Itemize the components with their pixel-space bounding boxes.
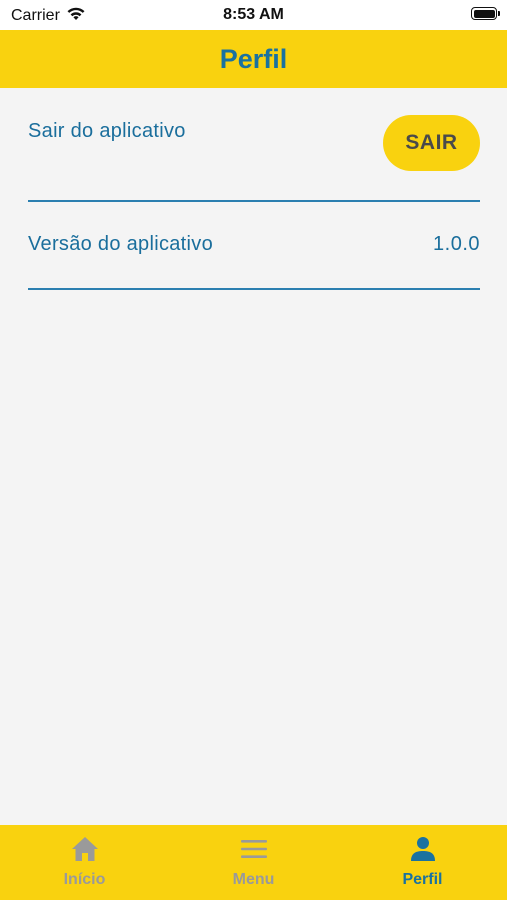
- status-bar: Carrier 8:53 AM: [0, 0, 507, 30]
- tab-perfil-label: Perfil: [402, 871, 443, 888]
- battery-fill: [473, 9, 495, 18]
- tab-inicio[interactable]: Início: [0, 825, 169, 900]
- version-label: Versão do aplicativo: [28, 233, 214, 255]
- page-title: Perfil: [219, 43, 288, 74]
- version-row: Versão do aplicativo 1.0.0: [28, 200, 480, 290]
- logout-button[interactable]: SAIR: [383, 115, 480, 171]
- home-icon: [70, 835, 100, 863]
- menu-icon: [239, 835, 269, 863]
- screen: Carrier 8:53 AM Perfil Sair do aplicativ…: [0, 0, 507, 900]
- tab-menu-label: Menu: [232, 871, 275, 888]
- logout-row: Sair do aplicativo SAIR: [28, 110, 480, 202]
- tab-menu[interactable]: Menu: [169, 825, 338, 900]
- tab-perfil[interactable]: Perfil: [338, 825, 507, 900]
- person-icon: [408, 835, 438, 863]
- tab-inicio-label: Início: [63, 871, 106, 888]
- header: Perfil: [0, 30, 507, 88]
- version-value: 1.0.0: [433, 233, 480, 255]
- tab-bar: Início Menu Perfil: [0, 825, 507, 900]
- battery-icon: [471, 7, 500, 20]
- status-time: 8:53 AM: [223, 6, 284, 23]
- logout-label: Sair do aplicativo: [28, 120, 186, 142]
